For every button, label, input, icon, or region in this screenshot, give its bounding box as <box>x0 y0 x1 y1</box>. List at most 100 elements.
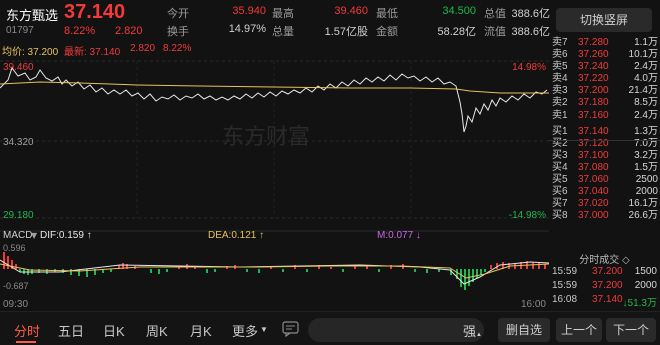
y-high-label: 39.460 <box>3 62 34 73</box>
tab-more[interactable]: 更多 <box>232 321 258 340</box>
bid-price: 37.140 <box>578 125 609 137</box>
tab-daily-k[interactable]: 日K <box>103 321 125 340</box>
bid-row[interactable]: 买1 37.140 1.3万 <box>549 126 660 138</box>
stat-high-value: 39.460 <box>334 5 368 17</box>
bid-price: 37.100 <box>578 149 609 161</box>
stat-amount-value: 58.28亿 <box>437 26 476 38</box>
tick-time: 16:08 <box>552 294 578 305</box>
macd-top-label: 0.596 <box>3 243 26 253</box>
ask-price: 37.160 <box>578 109 609 121</box>
stat-volume-value: 1.57亿股 <box>324 26 368 38</box>
tick-time: 15:59 <box>552 280 578 291</box>
strong-label[interactable]: 强 <box>463 321 476 340</box>
ask-label: 卖4 <box>552 73 568 85</box>
bid-label: 买6 <box>552 186 568 198</box>
stat-float-value: 388.6亿 <box>511 26 550 38</box>
ask-volume: 21.4万 <box>628 85 658 97</box>
macd-indicator-name[interactable]: MACD <box>3 230 32 241</box>
ask-row[interactable]: 卖5 37.240 2.4万 <box>549 61 660 73</box>
ask-row[interactable]: 卖4 37.220 4.0万 <box>549 73 660 85</box>
bid-label: 买4 <box>552 161 568 173</box>
last-price: 37.140 <box>64 1 126 23</box>
bid-price: 37.060 <box>578 174 609 186</box>
comment-input[interactable]: 强 ▲ <box>308 318 484 342</box>
y-mid-label: 34.320 <box>3 137 34 148</box>
intraday-chart[interactable]: 东方财富 39.460 34.320 29.180 14.98% -14.98%… <box>0 56 549 311</box>
macd-bottom-label: -0.687 <box>3 281 29 291</box>
bid-row[interactable]: 买4 37.080 1.5万 <box>549 162 660 174</box>
ask-label: 卖5 <box>552 61 568 73</box>
ask-price: 37.260 <box>578 49 609 61</box>
tick-volume: ↓51.3万 <box>622 298 657 309</box>
order-book: 卖7 37.280 1.1万 卖6 37.260 10.1万 卖5 37.240 2.4万 … <box>549 37 660 222</box>
ask-volume: 10.1万 <box>628 49 658 61</box>
bid-volume: 26.6万 <box>628 210 658 222</box>
bid-volume: 3.2万 <box>634 149 658 161</box>
stat-open-label: 今开 <box>167 8 189 20</box>
stock-code: 01797 <box>6 25 34 36</box>
bid-row[interactable]: 买8 37.000 26.6万 <box>549 210 660 222</box>
switch-portrait-button[interactable]: 切换竖屏 <box>556 8 652 32</box>
ask-price: 37.180 <box>578 97 609 109</box>
change-percent: 8.22% <box>64 25 96 37</box>
stat-low-value: 34.500 <box>442 5 476 17</box>
tick-trades-title[interactable]: 分时成交 ◇ <box>549 251 660 266</box>
previous-stock-button[interactable]: 上一个 <box>556 318 602 342</box>
tick-row: 15:59 37.200 2000 <box>552 280 657 294</box>
ask-row[interactable]: 卖2 37.180 8.5万 <box>549 97 660 109</box>
bid-volume: 2000 <box>635 186 658 198</box>
ask-label: 卖3 <box>552 85 568 97</box>
bid-row[interactable]: 买3 37.100 3.2万 <box>549 150 660 162</box>
watermark-text: 东方财富 <box>222 124 310 149</box>
stat-amount-label: 金额 <box>376 26 398 38</box>
ask-volume: 2.4万 <box>634 109 658 121</box>
ask-label: 卖7 <box>552 37 568 48</box>
y-low-label: 29.180 <box>3 210 34 221</box>
bid-label: 买3 <box>552 149 568 161</box>
bid-row[interactable]: 买5 37.060 2500 <box>549 174 660 186</box>
tab-monthly-k[interactable]: 月K <box>190 321 212 340</box>
stock-name: 东方甄选 <box>6 8 59 23</box>
bid-volume: 16.1万 <box>628 198 658 210</box>
bid-price: 37.000 <box>578 210 609 222</box>
remove-watchlist-button[interactable]: 删自选 <box>498 318 550 342</box>
tab-weekly-k[interactable]: 周K <box>146 321 168 340</box>
tick-price: 37.140 <box>592 294 623 305</box>
ask-row[interactable]: 卖1 37.160 2.4万 <box>549 110 660 122</box>
bid-price: 37.020 <box>578 198 609 210</box>
chat-bubble-icon[interactable] <box>282 321 300 337</box>
tick-price: 37.200 <box>592 280 623 291</box>
ask-label: 卖2 <box>552 97 568 109</box>
ask-price: 37.240 <box>578 61 609 73</box>
bid-price: 37.080 <box>578 161 609 173</box>
more-dropdown-icon[interactable]: ▼ <box>260 325 268 334</box>
pct-high-label: 14.98% <box>512 62 546 73</box>
stat-float-label: 流值 <box>484 26 506 38</box>
tick-row: 16:08 37.140 ↓51.3万 <box>552 294 657 309</box>
ask-row[interactable]: 卖6 37.260 10.1万 <box>549 49 660 61</box>
tab-intraday[interactable]: 分时 <box>14 321 40 340</box>
macd-dropdown-icon[interactable]: ▼ <box>31 231 38 240</box>
ask-volume: 1.1万 <box>634 37 658 48</box>
legend-change-pct: 8.22% <box>163 43 192 54</box>
bid-row[interactable]: 买7 37.020 16.1万 <box>549 198 660 210</box>
ask-row[interactable]: 卖7 37.280 1.1万 <box>549 37 660 49</box>
ask-volume: 8.5万 <box>634 97 658 109</box>
bid-row[interactable]: 买6 37.040 2000 <box>549 186 660 198</box>
stat-high-label: 最高 <box>272 8 294 20</box>
tick-price: 37.200 <box>592 266 623 277</box>
bid-volume: 1.3万 <box>634 125 658 137</box>
stock-header: 东方甄选 01797 37.140 8.22% 2.820 今开 35.940 … <box>0 0 660 40</box>
ask-row[interactable]: 卖3 37.200 21.4万 <box>549 85 660 97</box>
stat-turnover-value: 14.97% <box>228 23 266 35</box>
macd-m-label: M:0.077 ↓ <box>377 230 421 241</box>
bid-volume: 2500 <box>635 174 658 186</box>
next-stock-button[interactable]: 下一个 <box>606 318 656 342</box>
tick-volume: 2000 <box>634 280 657 291</box>
stat-mktcap-label: 总值 <box>484 8 506 20</box>
ask-label: 卖1 <box>552 109 568 121</box>
change-amount: 2.820 <box>115 25 143 37</box>
tab-five-day[interactable]: 五日 <box>58 321 84 340</box>
bid-label: 买8 <box>552 210 568 222</box>
bid-label: 买1 <box>552 125 568 137</box>
